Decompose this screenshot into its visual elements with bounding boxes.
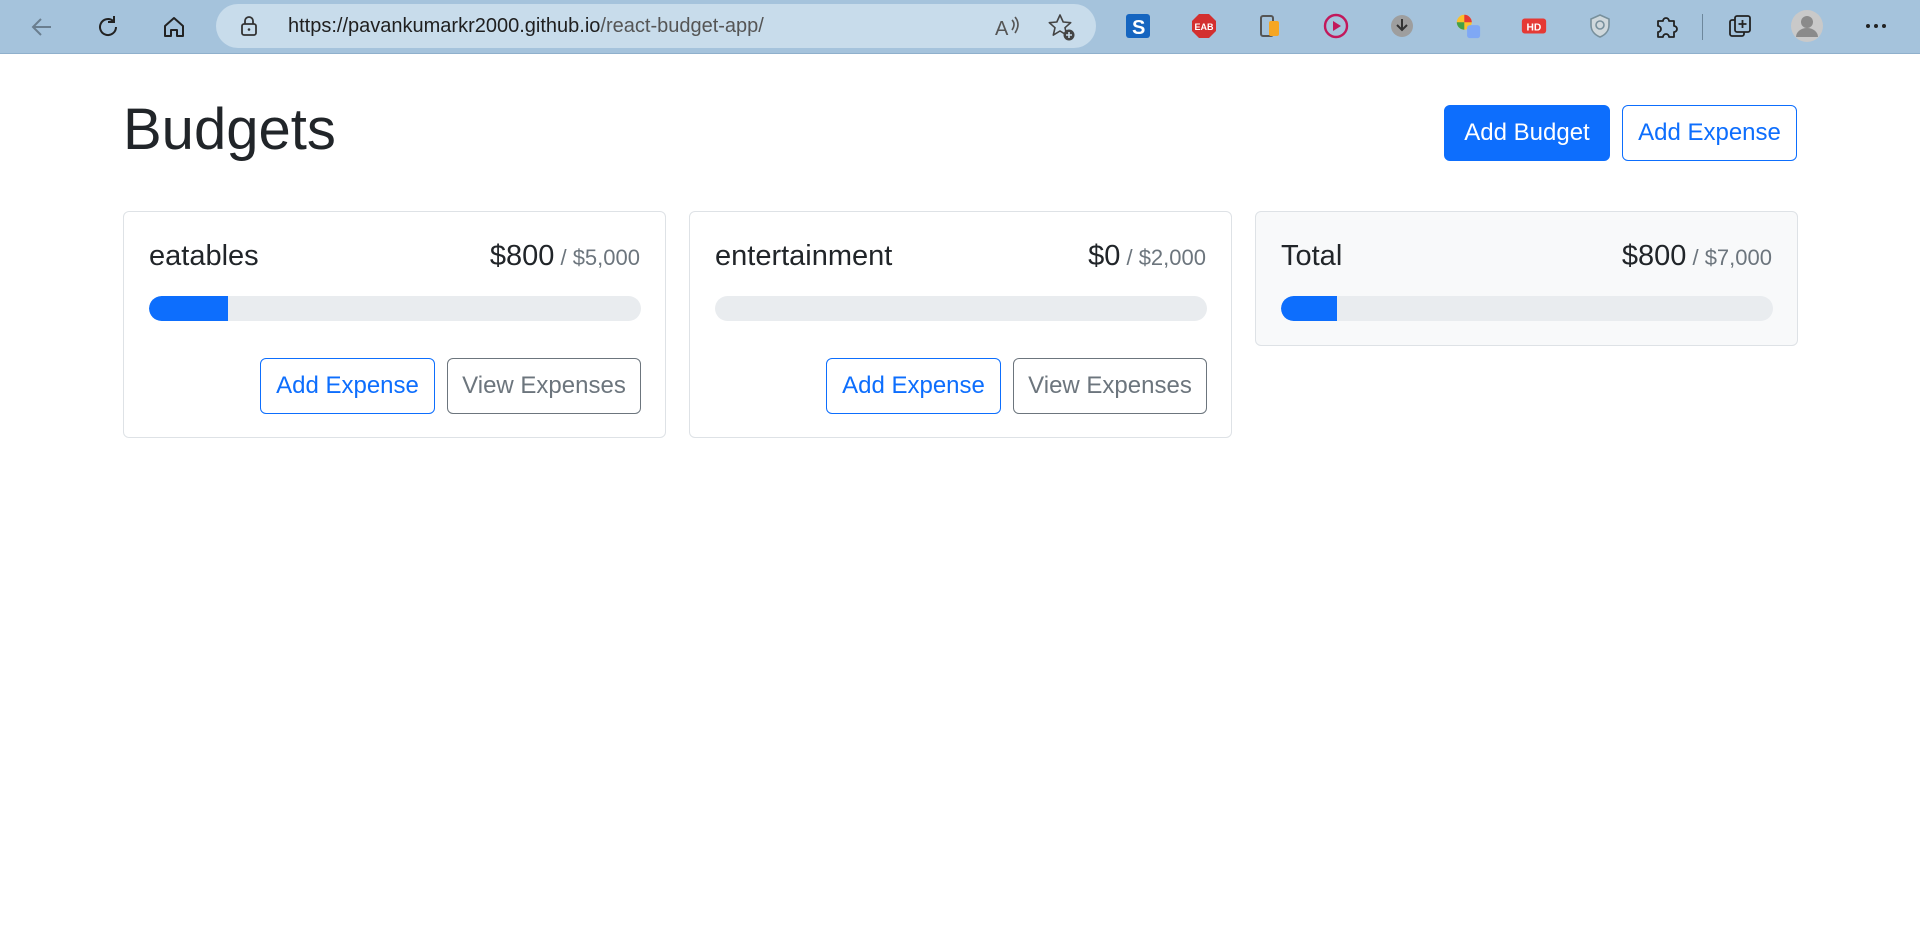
budget-amount: $0 / $2,000 <box>1088 240 1206 273</box>
eab-extension-icon[interactable]: EAB <box>1190 12 1218 40</box>
lock-icon[interactable] <box>240 16 258 36</box>
add-expense-button[interactable]: Add Expense <box>1622 105 1797 161</box>
profile-avatar[interactable] <box>1790 9 1824 43</box>
s-extension-icon[interactable]: S <box>1124 12 1152 40</box>
address-bar[interactable]: https://pavankumarkr2000.github.io/react… <box>216 4 1096 48</box>
budget-progress-bar <box>149 296 228 321</box>
budget-card-eatables: eatables $800 / $5,000 Add Expense View … <box>123 211 666 438</box>
total-card: Total $800 / $7,000 <box>1255 211 1798 346</box>
page-title: Budgets <box>123 97 336 162</box>
more-menu-icon[interactable] <box>1862 12 1890 40</box>
url-text[interactable]: https://pavankumarkr2000.github.io/react… <box>288 4 764 48</box>
collections-icon[interactable] <box>1726 12 1754 40</box>
back-icon <box>31 18 51 36</box>
hd-extension-icon[interactable]: HD <box>1520 12 1548 40</box>
url-path: /react-budget-app/ <box>600 15 764 37</box>
budget-card-entertainment: entertainment $0 / $2,000 Add Expense Vi… <box>689 211 1232 438</box>
amount-spent: $800 <box>489 240 555 272</box>
favorite-add-icon[interactable] <box>1046 12 1076 42</box>
budget-amount: $800 / $5,000 <box>490 240 640 273</box>
budget-name: entertainment <box>715 240 893 272</box>
shield-extension-icon[interactable] <box>1586 12 1614 40</box>
refresh-icon <box>99 16 118 36</box>
amount-max: / $2,000 <box>1120 245 1206 270</box>
add-budget-button[interactable]: Add Budget <box>1444 105 1610 161</box>
card-add-expense-button[interactable]: Add Expense <box>260 358 435 414</box>
svg-text:EAB: EAB <box>1195 22 1215 32</box>
amount-max: / $5,000 <box>554 245 640 270</box>
total-amount: $800 / $7,000 <box>1622 240 1772 273</box>
home-button[interactable] <box>154 7 194 47</box>
total-max: / $7,000 <box>1686 245 1772 270</box>
toolbar-divider <box>1702 14 1703 40</box>
svg-text:HD: HD <box>1527 23 1542 34</box>
back-button[interactable] <box>22 7 62 47</box>
read-aloud-icon[interactable]: A <box>994 14 1022 40</box>
url-host: https://pavankumarkr2000.github.io <box>288 15 601 37</box>
phone-extension-icon[interactable] <box>1256 12 1284 40</box>
total-progress <box>1281 296 1773 321</box>
budget-name: eatables <box>149 240 259 272</box>
amount-spent: $0 <box>1088 240 1121 272</box>
play-extension-icon[interactable] <box>1322 12 1350 40</box>
extensions-puzzle-icon[interactable] <box>1652 12 1680 40</box>
home-icon <box>164 17 184 37</box>
budget-progress <box>715 296 1207 321</box>
budget-app-page: Budgets Add Budget Add Expense eatables … <box>0 55 1920 946</box>
view-expenses-button[interactable]: View Expenses <box>1013 358 1207 414</box>
total-name: Total <box>1281 240 1343 272</box>
card-add-expense-button[interactable]: Add Expense <box>826 358 1001 414</box>
browser-toolbar: https://pavankumarkr2000.github.io/react… <box>0 0 1920 54</box>
budget-progress <box>149 296 641 321</box>
refresh-button[interactable] <box>88 7 128 47</box>
total-spent: $800 <box>1621 240 1687 272</box>
view-expenses-button[interactable]: View Expenses <box>447 358 641 414</box>
download-extension-icon[interactable] <box>1388 12 1416 40</box>
total-progress-bar <box>1281 296 1338 321</box>
svg-text:S: S <box>1132 17 1145 39</box>
svg-text:A: A <box>995 18 1009 40</box>
color-extension-icon[interactable] <box>1454 12 1482 40</box>
